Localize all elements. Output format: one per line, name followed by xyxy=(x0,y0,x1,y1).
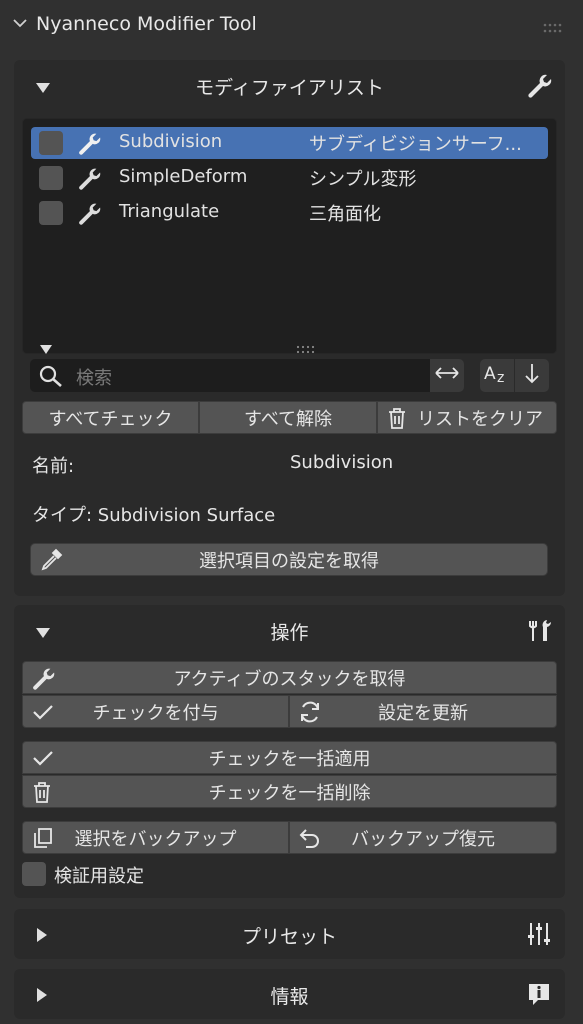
item-description: 三角面化 xyxy=(309,204,381,225)
type-info: タイプ: Subdivision Surface xyxy=(32,505,276,526)
addon-header[interactable]: Nyanneco Modifier Tool xyxy=(0,0,583,50)
duplicate-icon xyxy=(31,826,55,855)
delete-all-checked-button[interactable]: チェックを一括削除 xyxy=(22,775,557,808)
button-label: アクティブのスタックを取得 xyxy=(173,668,406,690)
apply-all-checked-button[interactable]: チェックを一括適用 xyxy=(22,741,557,774)
info-icon xyxy=(526,981,552,1012)
trash-icon xyxy=(31,780,53,809)
refresh-icon xyxy=(298,700,322,729)
verify-settings-label: 検証用設定 xyxy=(54,866,144,887)
drag-grip-icon[interactable] xyxy=(543,18,563,39)
checkmark-icon xyxy=(31,746,55,775)
double-arrow-icon xyxy=(433,365,461,386)
button-label: チェックを一括適用 xyxy=(208,748,371,770)
clear-list-button[interactable]: リストをクリア xyxy=(377,401,557,434)
filter-toggle-triangle-icon[interactable] xyxy=(40,338,52,359)
arrow-down-icon xyxy=(524,362,540,389)
modifier-list-panel-header[interactable]: モディファイアリスト xyxy=(14,60,565,110)
item-checkbox[interactable] xyxy=(39,201,63,225)
list-item[interactable]: Triangulate 三角面化 xyxy=(31,197,548,229)
name-label: 名前: xyxy=(32,456,75,477)
preset-panel: プリセット xyxy=(14,909,565,959)
svg-text:A: A xyxy=(484,364,496,384)
sliders-icon xyxy=(526,921,552,952)
list-resize-grip-icon[interactable] xyxy=(296,339,316,360)
sort-alpha-button[interactable]: Az xyxy=(480,359,514,392)
wrench-icon xyxy=(31,666,55,695)
preset-panel-header[interactable]: プリセット xyxy=(14,909,565,959)
button-label: 選択をバックアップ xyxy=(74,828,237,850)
operations-panel-header[interactable]: 操作 xyxy=(14,605,565,655)
check-all-button[interactable]: すべてチェック xyxy=(22,401,199,434)
svg-text:z: z xyxy=(497,370,504,384)
get-settings-button[interactable]: 選択項目の設定を取得 xyxy=(30,543,548,576)
backup-button[interactable]: 選択をバックアップ xyxy=(22,821,289,854)
name-value: Subdivision xyxy=(290,452,394,473)
panel-title: モディファイアリスト xyxy=(195,77,384,99)
apply-check-button[interactable]: チェックを付与 xyxy=(22,695,289,728)
button-label: すべて解除 xyxy=(243,408,333,430)
search-placeholder: 検索 xyxy=(76,368,112,389)
search-input[interactable]: 検索 xyxy=(30,359,430,392)
wrench-icon xyxy=(77,131,101,160)
eyedropper-icon xyxy=(39,548,63,577)
trash-icon xyxy=(386,406,408,435)
sort-alphabetical-icon: Az xyxy=(483,362,511,389)
sort-buttons: Az xyxy=(480,359,549,392)
button-label: すべてチェック xyxy=(48,408,173,430)
button-label: 選択項目の設定を取得 xyxy=(199,550,379,572)
search-icon xyxy=(38,364,64,393)
button-label: チェックを一括削除 xyxy=(208,782,371,804)
button-label: リストをクリア xyxy=(417,408,543,430)
info-panel: 情報 xyxy=(14,969,565,1019)
undo-icon xyxy=(298,826,322,855)
panel-title: プリセット xyxy=(241,926,337,948)
item-name: SimpleDeform xyxy=(119,166,248,187)
item-checkbox[interactable] xyxy=(39,166,63,190)
button-label: バックアップ復元 xyxy=(351,828,495,850)
invert-filter-button[interactable] xyxy=(430,359,464,392)
verify-settings-checkbox[interactable] xyxy=(22,862,46,886)
checkmark-icon xyxy=(31,700,55,729)
addon-title: Nyanneco Modifier Tool xyxy=(36,13,257,35)
wrench-icon xyxy=(77,201,101,230)
chevron-down-icon[interactable] xyxy=(12,15,28,36)
list-item[interactable]: Subdivision サブディビジョンサーフ... xyxy=(31,127,548,159)
tools-icon xyxy=(526,617,552,648)
wrench-icon xyxy=(77,166,101,195)
list-item[interactable]: SimpleDeform シンプル変形 xyxy=(31,162,548,194)
panel-title: 操作 xyxy=(270,622,309,644)
get-active-stack-button[interactable]: アクティブのスタックを取得 xyxy=(22,661,557,694)
sort-reverse-button[interactable] xyxy=(515,359,549,392)
restore-backup-button[interactable]: バックアップ復元 xyxy=(289,821,557,854)
uncheck-all-button[interactable]: すべて解除 xyxy=(199,401,377,434)
panel-title: 情報 xyxy=(270,986,309,1008)
item-checkbox[interactable] xyxy=(39,131,63,155)
button-label: 設定を更新 xyxy=(378,702,468,724)
item-name: Subdivision xyxy=(119,131,223,152)
wrench-icon xyxy=(526,72,552,103)
modifier-list[interactable]: Subdivision サブディビジョンサーフ... SimpleDeform … xyxy=(22,118,557,354)
item-description: サブディビジョンサーフ... xyxy=(309,134,522,155)
item-name: Triangulate xyxy=(119,201,220,222)
info-panel-header[interactable]: 情報 xyxy=(14,969,565,1019)
item-description: シンプル変形 xyxy=(309,169,417,190)
update-settings-button[interactable]: 設定を更新 xyxy=(289,695,557,728)
button-label: チェックを付与 xyxy=(92,702,219,724)
